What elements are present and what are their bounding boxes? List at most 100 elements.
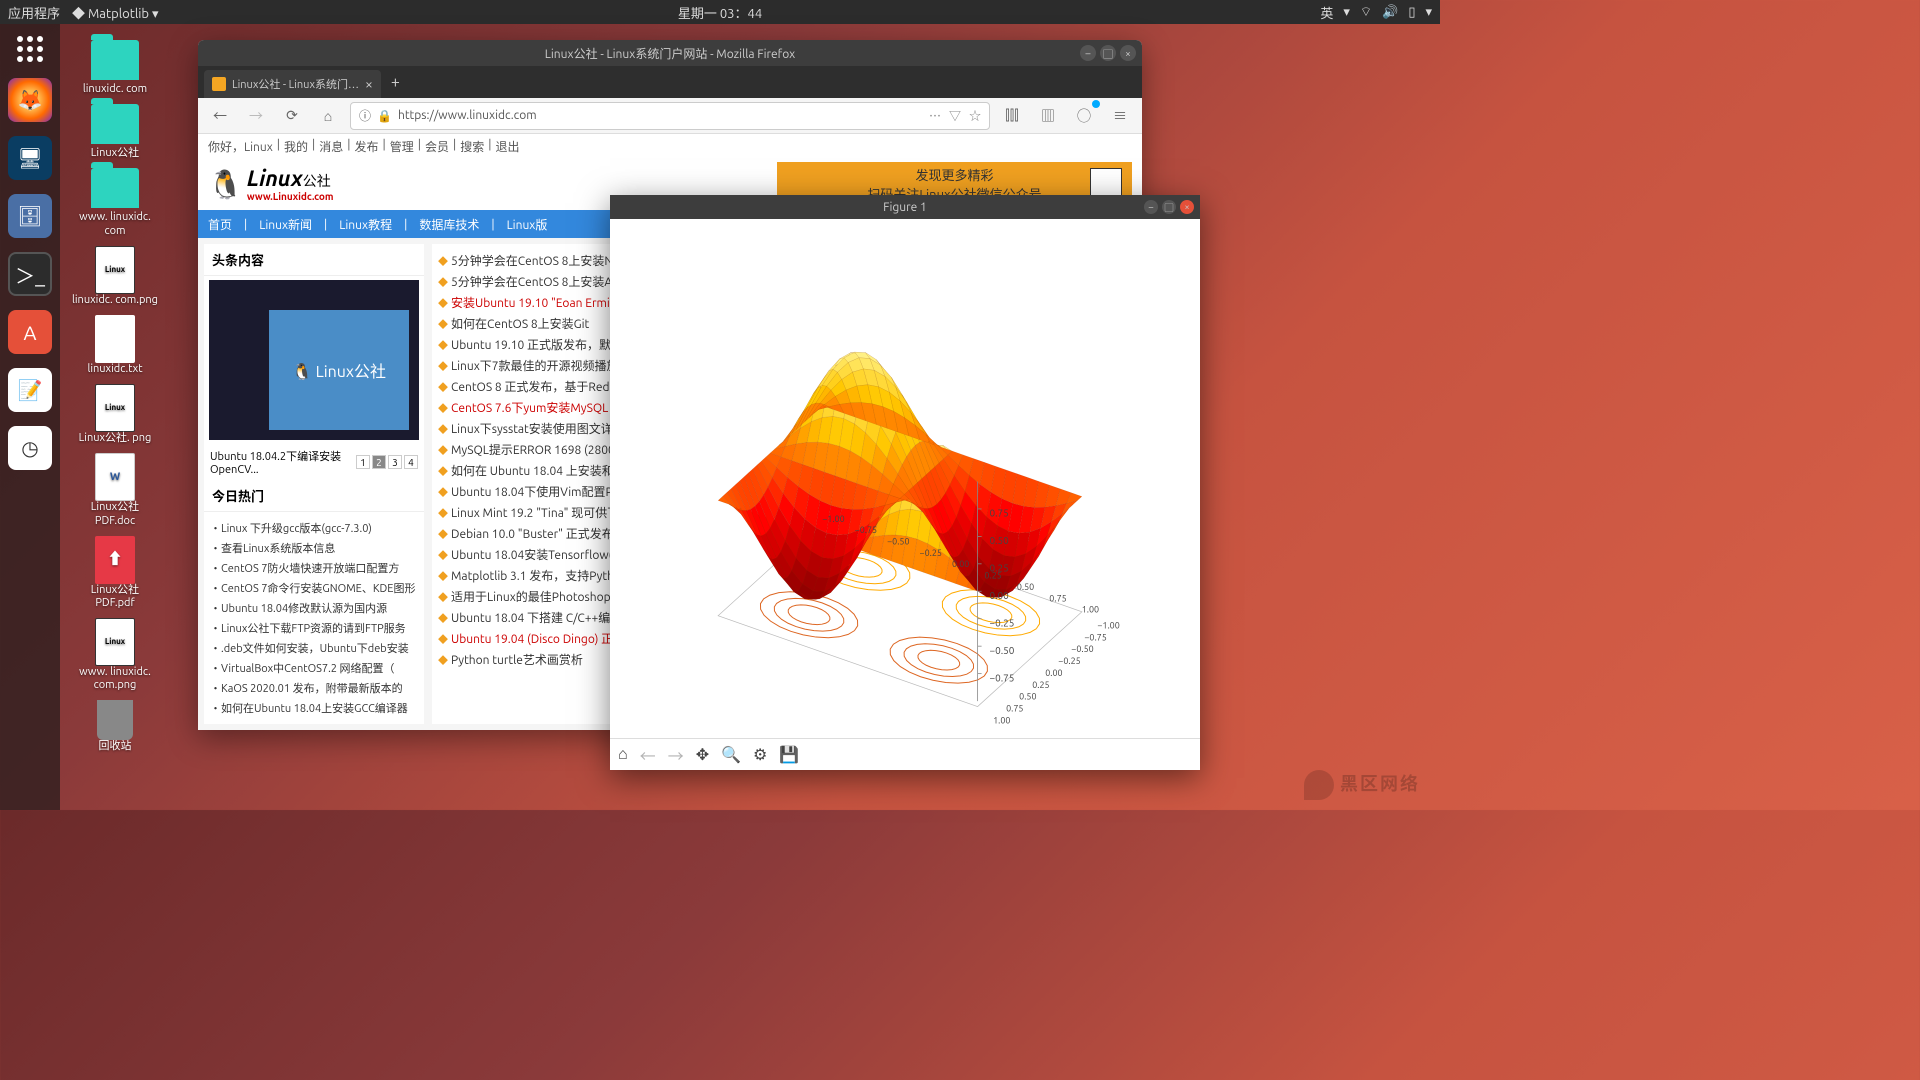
tab-title: Linux公社 - Linux系统门… xyxy=(232,76,359,92)
page-button[interactable]: 2 xyxy=(372,455,386,469)
battery-icon[interactable]: ▯ xyxy=(1408,5,1415,20)
shield-icon[interactable]: ▽ xyxy=(949,107,961,124)
browser-tab[interactable]: Linux公社 - Linux系统门… × xyxy=(204,70,381,98)
url-bar[interactable]: ⓘ 🔒 https://www.linuxidc.com ⋯ ▽ ☆ xyxy=(350,102,990,130)
hot-item[interactable]: ・Ubuntu 18.04修改默认源为国内源 xyxy=(210,598,418,618)
hot-item[interactable]: ・Linux 下升级gcc版本(gcc-7.3.0) xyxy=(210,518,418,538)
hot-item[interactable]: ・Linux公社下载FTP资源的请到FTP服务 xyxy=(210,618,418,638)
hot-item[interactable]: ・CentOS 7命令行安装GNOME、KDE图形 xyxy=(210,578,418,598)
trash-icon[interactable]: 回收站 xyxy=(70,700,160,753)
page-button[interactable]: 1 xyxy=(356,455,370,469)
ime-indicator[interactable]: 英 xyxy=(1320,3,1333,22)
nav-link[interactable]: 搜索 xyxy=(460,138,484,154)
pdf-file-icon[interactable]: ⬆Linux公社 PDF.pdf xyxy=(70,536,160,610)
window-titlebar[interactable]: Linux公社 - Linux系统门户网站 - Mozilla Firefox … xyxy=(198,40,1142,66)
close-icon[interactable]: × xyxy=(1120,45,1136,61)
hot-item[interactable]: ・查看Linux系统版本信息 xyxy=(210,538,418,558)
page-button[interactable]: 4 xyxy=(404,455,418,469)
nav-item[interactable]: Linux版 xyxy=(507,216,548,233)
hot-item[interactable]: ・CentOS 7防火墙快速开放端口配置方 xyxy=(210,558,418,578)
nav-link[interactable]: 会员 xyxy=(425,138,449,154)
configure-icon[interactable]: ⚙ xyxy=(753,745,767,764)
greeting-text: 你好，Linux xyxy=(208,138,273,154)
clock[interactable]: 星期一 03：44 xyxy=(678,3,762,22)
back-button[interactable]: ← xyxy=(206,102,234,130)
apps-grid-icon[interactable] xyxy=(15,34,45,64)
nav-link[interactable]: 我的 xyxy=(284,138,308,154)
firefox-icon[interactable]: 🦊 xyxy=(8,78,52,122)
nav-item[interactable]: Linux教程 xyxy=(339,216,392,233)
account-icon[interactable]: ◯ xyxy=(1070,102,1098,130)
zoom-icon[interactable]: 🔍 xyxy=(721,745,741,764)
nav-item[interactable]: 数据库技术 xyxy=(419,216,479,233)
forward-button[interactable]: → xyxy=(242,102,270,130)
home-icon[interactable]: ⌂ xyxy=(618,745,628,764)
close-tab-icon[interactable]: × xyxy=(365,76,373,92)
hot-item[interactable]: ・.deb文件如何安装，Ubuntu下deb安装 xyxy=(210,638,418,658)
hot-item[interactable]: ・KaOS 2020.01 发布，附带最新版本的 xyxy=(210,678,418,698)
pan-icon[interactable]: ✥ xyxy=(696,745,709,764)
volume-icon[interactable]: 🔊 xyxy=(1382,5,1398,20)
hot-item[interactable]: ・VirtualBox中CentOS7.2 网络配置（ xyxy=(210,658,418,678)
headline-thumbnail[interactable]: 🐧 Linux公社 xyxy=(209,280,419,440)
close-icon[interactable]: × xyxy=(1180,200,1194,214)
nav-item[interactable]: 首页 xyxy=(208,216,232,233)
ellipsis-icon[interactable]: ⋯ xyxy=(929,107,941,124)
svg-text:1.00: 1.00 xyxy=(993,715,1010,725)
image-file-icon[interactable]: Linuxwww. linuxidc. com.png xyxy=(70,618,160,692)
matplotlib-icon[interactable]: ◷ xyxy=(8,426,52,470)
image-file-icon[interactable]: Linuxlinuxidc. com.png xyxy=(70,246,160,307)
files-icon[interactable]: 🗄 xyxy=(8,194,52,238)
page-button[interactable]: 3 xyxy=(388,455,402,469)
display-settings-icon[interactable]: 🖥 xyxy=(8,136,52,180)
svg-text:−0.50: −0.50 xyxy=(887,536,909,546)
penguin-icon: 🐧 xyxy=(208,168,243,201)
wifi-icon[interactable]: ⌔ xyxy=(1360,4,1372,20)
site-logo[interactable]: 🐧 Linux公社 www.Linuxidc.com xyxy=(208,166,334,202)
reload-button[interactable]: ⟳ xyxy=(278,102,306,130)
chevron-down-icon[interactable]: ▾ xyxy=(1425,5,1432,20)
watermark: 黑区网络 xyxy=(1304,770,1420,800)
apps-menu[interactable]: 应用程序 xyxy=(8,3,60,22)
menu-icon[interactable]: ≡ xyxy=(1106,102,1134,130)
text-editor-icon[interactable]: 📝 xyxy=(8,368,52,412)
nav-link[interactable]: 退出 xyxy=(496,138,520,154)
back-icon[interactable]: ← xyxy=(640,743,656,767)
home-button[interactable]: ⌂ xyxy=(314,102,342,130)
minimize-icon[interactable]: – xyxy=(1144,200,1158,214)
svg-text:−0.50: −0.50 xyxy=(1071,644,1093,654)
favicon-icon xyxy=(212,77,226,91)
nav-link[interactable]: 发布 xyxy=(355,138,379,154)
text-file-icon[interactable]: linuxidc.txt xyxy=(70,315,160,376)
folder-icon[interactable]: Linux公社 xyxy=(70,104,160,160)
active-app-indicator[interactable]: ◆ Matplotlib ▾ xyxy=(72,3,158,22)
terminal-icon[interactable]: ＞_ xyxy=(8,252,52,296)
nav-item[interactable]: Linux新闻 xyxy=(259,216,312,233)
plot-canvas[interactable]: 0.750.500.250.00−0.25−0.50−0.75−1.00−0.7… xyxy=(610,219,1200,738)
star-icon[interactable]: ☆ xyxy=(969,107,981,124)
maximize-icon[interactable]: ▢ xyxy=(1100,45,1116,61)
folder-icon[interactable]: linuxidc. com xyxy=(70,40,160,96)
forward-icon[interactable]: → xyxy=(668,743,684,767)
svg-text:−0.25: −0.25 xyxy=(989,617,1014,628)
folder-icon[interactable]: www. linuxidc. com xyxy=(70,168,160,237)
svg-text:−0.75: −0.75 xyxy=(855,525,877,535)
hot-title: 今日热门 xyxy=(204,480,424,512)
image-file-icon[interactable]: LinuxLinux公社. png xyxy=(70,384,160,445)
sidebar-icon[interactable]: ▥ xyxy=(1034,102,1062,130)
minimize-icon[interactable]: – xyxy=(1080,45,1096,61)
software-center-icon[interactable]: A xyxy=(8,310,52,354)
maximize-icon[interactable]: ▢ xyxy=(1162,200,1176,214)
thumb-caption[interactable]: Ubuntu 18.04.2下编译安装OpenCV... xyxy=(210,448,356,476)
new-tab-button[interactable]: + xyxy=(381,73,410,91)
nav-link[interactable]: 消息 xyxy=(319,138,343,154)
hot-item[interactable]: ・如何在Ubuntu 18.04上安装GCC编译器 xyxy=(210,698,418,718)
doc-file-icon[interactable]: WLinux公社 PDF.doc xyxy=(70,453,160,527)
library-icon[interactable]: ⫿⫿⫿ xyxy=(998,102,1026,130)
save-icon[interactable]: 💾 xyxy=(779,745,799,764)
info-icon[interactable]: ⓘ xyxy=(359,107,371,124)
svg-text:−0.25: −0.25 xyxy=(1058,656,1080,666)
window-titlebar[interactable]: Figure 1 – ▢ × xyxy=(610,195,1200,219)
nav-link[interactable]: 管理 xyxy=(390,138,414,154)
slideshow-pager: 1 2 3 4 xyxy=(356,455,418,469)
